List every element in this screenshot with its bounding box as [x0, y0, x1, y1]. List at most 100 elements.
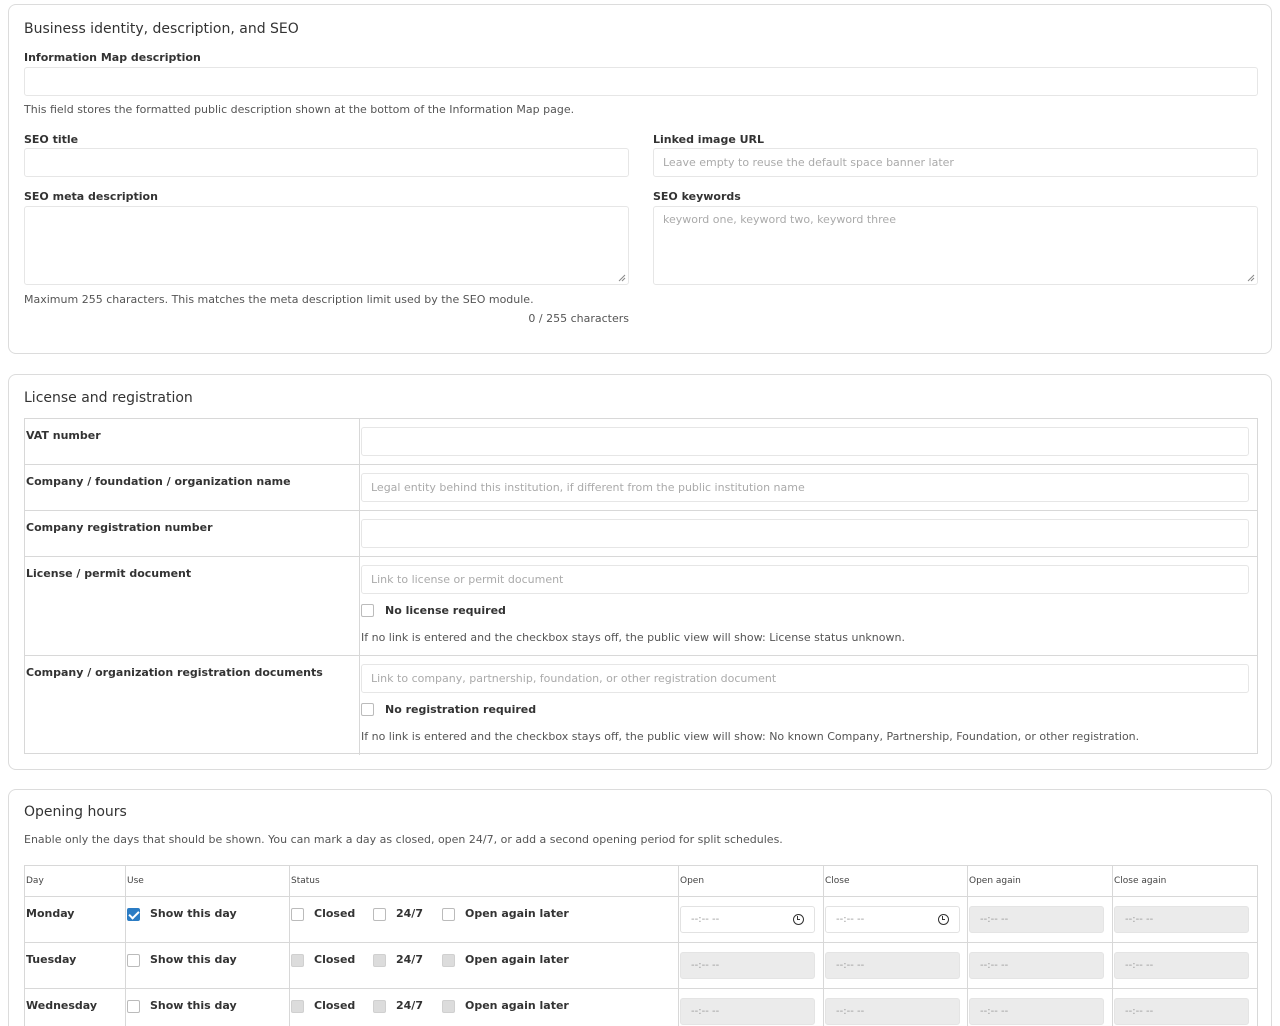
no-license-checkbox[interactable]	[361, 604, 374, 617]
permit-label: License / permit document	[26, 567, 192, 580]
close-cell: --:-- --	[824, 989, 968, 1026]
open-again-checkbox[interactable]	[442, 1000, 455, 1013]
open-again-time-input[interactable]: --:-- --	[969, 906, 1104, 933]
registration-docs-help: If no link is entered and the checkbox s…	[361, 730, 1140, 743]
time-placeholder: --:-- --	[1125, 1006, 1154, 1017]
registration-docs-input[interactable]: Link to company, partnership, foundation…	[361, 664, 1249, 693]
day-cell: Tuesday	[25, 943, 126, 988]
open-again-time-input[interactable]: --:-- --	[969, 998, 1104, 1025]
day-name: Monday	[26, 907, 75, 920]
always-open-checkbox[interactable]	[373, 1000, 386, 1013]
clock-icon[interactable]	[793, 914, 804, 925]
always-open-checkbox[interactable]	[373, 908, 386, 921]
header-day: Day	[26, 876, 44, 886]
permit-document-input[interactable]: Link to license or permit document	[361, 565, 1249, 594]
hours-row-wednesday: Wednesday Show this day Closed 24/7 Open…	[25, 989, 1257, 1026]
day-name: Wednesday	[26, 999, 98, 1012]
license-row-company-name: Company / foundation / organization name…	[25, 465, 1257, 511]
open-again-label[interactable]: Open again later	[465, 953, 569, 966]
registration-number-input[interactable]	[361, 519, 1249, 548]
closed-label[interactable]: Closed	[314, 999, 355, 1012]
open-again-checkbox[interactable]	[442, 954, 455, 967]
close-again-time-input[interactable]: --:-- --	[1114, 952, 1249, 979]
license-row-permit: License / permit document Link to licens…	[25, 557, 1257, 656]
always-open-label[interactable]: 24/7	[396, 999, 423, 1012]
company-name-label: Company / foundation / organization name	[26, 475, 291, 488]
license-table: VAT number Company / foundation / organi…	[24, 418, 1258, 755]
keywords-textarea[interactable]: keyword one, keyword two, keyword three	[653, 206, 1258, 285]
hours-section-title: Opening hours	[24, 804, 127, 820]
meta-description-label: SEO meta description	[24, 190, 158, 203]
always-open-label[interactable]: 24/7	[396, 953, 423, 966]
close-again-time-input[interactable]: --:-- --	[1114, 998, 1249, 1025]
show-day-label[interactable]: Show this day	[150, 953, 237, 966]
permit-help: If no link is entered and the checkbox s…	[361, 631, 905, 644]
vat-number-input[interactable]	[361, 427, 1249, 456]
resize-handle-icon[interactable]	[618, 274, 626, 282]
hours-row-monday: Monday Show this day Closed 24/7 Open ag…	[25, 897, 1257, 943]
time-placeholder: --:-- --	[1125, 960, 1154, 971]
open-again-checkbox[interactable]	[442, 908, 455, 921]
close-time-input[interactable]: --:-- --	[825, 998, 960, 1025]
day-cell: Wednesday	[25, 989, 126, 1026]
close-again-cell: --:-- --	[1113, 897, 1257, 942]
show-day-checkbox[interactable]	[127, 908, 140, 921]
registration-number-label: Company registration number	[26, 521, 213, 534]
linked-image-label: Linked image URL	[653, 133, 765, 146]
open-cell: --:-- --	[679, 989, 824, 1026]
open-again-label[interactable]: Open again later	[465, 907, 569, 920]
closed-checkbox[interactable]	[291, 1000, 304, 1013]
header-cell-use: Use	[126, 866, 290, 896]
open-again-time-input[interactable]: --:-- --	[969, 952, 1104, 979]
closed-label[interactable]: Closed	[314, 907, 355, 920]
time-placeholder: --:-- --	[691, 1006, 720, 1017]
license-section-title: License and registration	[24, 390, 193, 406]
resize-handle-icon[interactable]	[1247, 274, 1255, 282]
header-close-again: Close again	[1114, 876, 1167, 886]
show-day-checkbox[interactable]	[127, 1000, 140, 1013]
row-label-cell: Company / organization registration docu…	[25, 656, 360, 755]
no-registration-checkbox[interactable]	[361, 703, 374, 716]
seo-title-input[interactable]	[24, 148, 629, 177]
closed-label[interactable]: Closed	[314, 953, 355, 966]
closed-checkbox[interactable]	[291, 908, 304, 921]
header-status: Status	[291, 876, 320, 886]
close-time-input[interactable]: --:-- --	[825, 906, 960, 933]
open-time-input[interactable]: --:-- --	[680, 952, 815, 979]
always-open-label[interactable]: 24/7	[396, 907, 423, 920]
close-again-time-input[interactable]: --:-- --	[1114, 906, 1249, 933]
show-day-label[interactable]: Show this day	[150, 999, 237, 1012]
clock-icon[interactable]	[938, 914, 949, 925]
time-placeholder: --:-- --	[836, 1006, 865, 1017]
info-map-help: This field stores the formatted public d…	[24, 103, 575, 116]
time-placeholder: --:-- --	[836, 960, 865, 971]
close-time-input[interactable]: --:-- --	[825, 952, 960, 979]
open-time-input[interactable]: --:-- --	[680, 998, 815, 1025]
header-use: Use	[127, 876, 144, 886]
meta-description-textarea[interactable]	[24, 206, 629, 285]
close-cell: --:-- --	[824, 943, 968, 988]
no-license-label[interactable]: No license required	[385, 604, 506, 617]
no-registration-label[interactable]: No registration required	[385, 703, 536, 716]
linked-image-url-input[interactable]: Leave empty to reuse the default space b…	[653, 148, 1258, 177]
show-day-checkbox[interactable]	[127, 954, 140, 967]
time-placeholder: --:-- --	[980, 960, 1009, 971]
seo-section-title: Business identity, description, and SEO	[24, 21, 299, 37]
closed-checkbox[interactable]	[291, 954, 304, 967]
header-cell-open-again: Open again	[968, 866, 1113, 896]
company-name-input[interactable]: Legal entity behind this institution, if…	[361, 473, 1249, 502]
time-placeholder: --:-- --	[691, 960, 720, 971]
open-again-label[interactable]: Open again later	[465, 999, 569, 1012]
close-again-cell: --:-- --	[1113, 943, 1257, 988]
open-time-input[interactable]: --:-- --	[680, 906, 815, 933]
day-cell: Monday	[25, 897, 126, 942]
always-open-checkbox[interactable]	[373, 954, 386, 967]
info-map-description-input[interactable]	[24, 67, 1258, 96]
hours-table: Day Use Status Open Close Open again Clo…	[24, 865, 1258, 1026]
header-cell-day: Day	[25, 866, 126, 896]
show-day-label[interactable]: Show this day	[150, 907, 237, 920]
time-placeholder: --:-- --	[980, 914, 1009, 925]
open-cell: --:-- --	[679, 897, 824, 942]
row-label-cell: Company / foundation / organization name	[25, 465, 360, 510]
hours-header-row: Day Use Status Open Close Open again Clo…	[25, 866, 1257, 897]
